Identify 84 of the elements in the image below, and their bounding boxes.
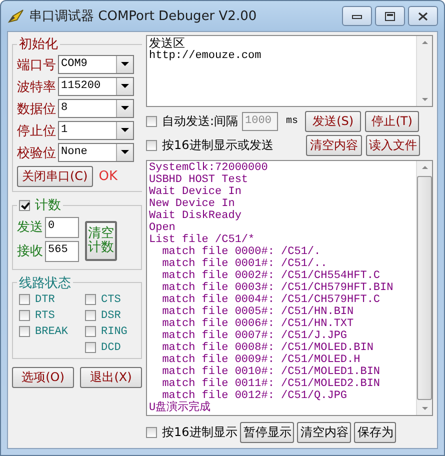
checkbox-label: BREAK <box>35 326 68 338</box>
dialog-button[interactable]: 退出(X) <box>80 366 142 388</box>
log-line: Wait Device In <box>149 186 242 198</box>
checkbox[interactable] <box>19 294 30 305</box>
log-line: New Device In <box>149 198 236 210</box>
dropdown[interactable]: 115200 <box>58 77 134 96</box>
minimize-icon <box>352 13 362 19</box>
log-line: match file 0008#: /C51/MOLED.BIN <box>161 342 374 354</box>
checkbox-label: RING <box>101 326 128 338</box>
checkbox-label: CTS <box>101 294 121 306</box>
checkbox[interactable] <box>146 116 157 127</box>
send-text[interactable]: http://emouze.com <box>149 50 414 62</box>
log-line: match file 0006#: /C51/HN.TXT <box>161 318 355 330</box>
field-label: 波特率 <box>17 78 56 96</box>
log-line: U盘演示完成 <box>149 402 212 414</box>
action-button[interactable]: 发送(S) <box>305 111 362 132</box>
group-title: 线路状态 <box>18 274 72 292</box>
checkbox-label: 按16进制显示或发送 <box>162 137 274 154</box>
log-line: match file 0000#: /C51/. <box>161 246 322 258</box>
checkbox-label: 计数 <box>35 197 61 214</box>
log-line: Wait DiskReady <box>149 210 242 222</box>
checkbox-label: 自动发送:间隔 <box>162 113 238 130</box>
received-field[interactable]: 565 <box>45 240 79 262</box>
checkbox[interactable] <box>85 342 96 353</box>
log-line: match file 0005#: /C51/HN.BIN <box>161 306 355 318</box>
action-button[interactable]: 保存为 <box>354 422 396 443</box>
dropdown[interactable]: 1 <box>58 121 134 140</box>
close-button[interactable] <box>408 6 438 26</box>
log-line: match file 0001#: /C51/.. <box>161 258 328 270</box>
field-label: 发送 <box>17 219 43 236</box>
field-label: 端口号 <box>17 56 56 74</box>
checkbox[interactable] <box>85 294 96 305</box>
log-line: match file 0004#: /C51/CH579HFT.C <box>161 294 382 306</box>
log-line: match file 0007#: /C51/J.JPG <box>161 330 348 342</box>
checkbox[interactable] <box>85 326 96 337</box>
log-line: match file 0003#: /C51/CH579HFT.BIN <box>161 282 394 294</box>
close-icon <box>418 12 428 20</box>
dropdown[interactable]: None <box>58 143 134 162</box>
maximize-icon <box>385 12 395 20</box>
dropdown[interactable]: COM9 <box>58 55 134 74</box>
checkbox[interactable] <box>146 427 157 438</box>
log-line: List file /C51/* <box>149 234 256 246</box>
sent-field[interactable]: 0 <box>45 216 79 238</box>
log-line: match file 0009#: /C51/MOLED.H <box>161 354 362 366</box>
field-label: 数据位 <box>17 100 56 118</box>
minimize-button[interactable] <box>342 6 372 26</box>
checkbox-label: RTS <box>35 310 55 322</box>
field-label: 接收 <box>17 243 43 260</box>
dialog-button[interactable]: 选项(O) <box>12 366 74 388</box>
unit-label: ms <box>286 116 298 127</box>
log-line: Open <box>149 222 176 234</box>
port-button[interactable]: 关闭串口(C) <box>17 166 93 187</box>
action-button[interactable]: 清空内容 <box>306 135 362 156</box>
log-line: match file 0011#: /C51/MOLED2.BIN <box>161 378 382 390</box>
action-button[interactable]: 停止(T) <box>365 111 420 132</box>
scrollbar[interactable] <box>416 161 432 415</box>
log-line: SystemClk:72000000 <box>149 162 269 174</box>
checkbox[interactable] <box>19 310 30 321</box>
log-line: match file 0010#: /C51/MOLED1.BIN <box>161 366 382 378</box>
checkbox[interactable] <box>85 310 96 321</box>
action-button[interactable]: 清空内容 <box>297 422 352 443</box>
clear-count-button[interactable]: 清空计数 <box>85 220 117 260</box>
area-title: 发送区 <box>149 37 186 50</box>
dropdown[interactable]: 8 <box>58 99 134 118</box>
log-line: USBHD HOST Test <box>149 174 250 186</box>
field-label: 校验位 <box>17 144 56 162</box>
maximize-button[interactable] <box>375 6 405 26</box>
checkbox[interactable] <box>19 326 30 337</box>
status-text: OK <box>98 169 118 184</box>
log-line: match file 0002#: /C51/CH554HFT.C <box>161 270 382 282</box>
action-button[interactable]: 暂停显示 <box>240 422 294 443</box>
scrollbar[interactable] <box>416 36 432 106</box>
field-label: 停止位 <box>17 122 56 140</box>
checkbox-label: DTR <box>35 294 55 306</box>
action-button[interactable]: 读入文件 <box>366 135 420 156</box>
window-title: 串口调试器 COMPort Debuger V2.00 <box>29 8 258 25</box>
checkbox[interactable] <box>146 140 157 151</box>
app-icon <box>7 8 25 24</box>
log-line: match file 0012#: /C51/Q.JPG <box>162 390 348 402</box>
checkbox-label: DSR <box>101 310 121 322</box>
checkbox[interactable] <box>19 200 30 210</box>
checkbox-label: DCD <box>101 342 121 354</box>
checkbox-label: 按16进制显示 <box>162 424 238 441</box>
group-title: 初始化 <box>18 36 59 53</box>
